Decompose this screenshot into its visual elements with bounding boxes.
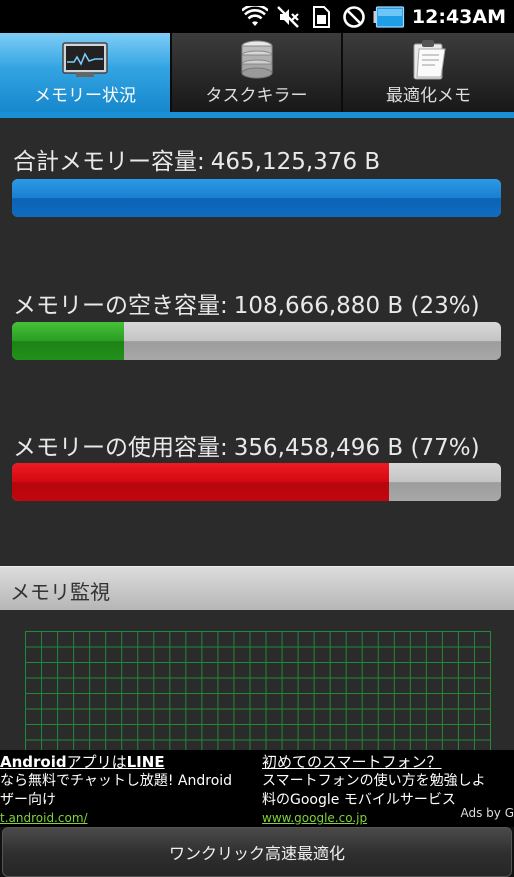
used-memory-bar-fill xyxy=(12,463,389,501)
ad-text: スマートフォンの使い方を勉強しよ xyxy=(262,773,486,789)
tab-task-killer[interactable]: タスクキラー xyxy=(172,33,343,112)
tab-optimize-memo[interactable]: 最適化メモ xyxy=(343,33,514,112)
used-memory-label: メモリーの使用容量: 356,458,496 B (77%) xyxy=(13,428,480,462)
ad-title-part: アプリは xyxy=(66,753,127,771)
tab-bar: メモリー状況 タスクキラー 最適化メモ xyxy=(0,33,514,112)
total-memory-bar xyxy=(12,179,501,217)
battery-icon xyxy=(373,4,405,30)
monitor-icon xyxy=(62,41,108,79)
ad-item-line[interactable]: AndroidアプリはLINE なら無料でチャットし放題! Android ザー… xyxy=(0,750,232,827)
status-icons: 12:43AM xyxy=(241,0,514,33)
one-click-optimize-button[interactable]: ワンクリック高速最適化 xyxy=(2,827,512,877)
free-memory-bar xyxy=(12,322,501,360)
used-memory-caption: メモリーの使用容量: xyxy=(13,435,228,461)
memory-monitor-graph xyxy=(25,631,491,753)
tab-memory-status[interactable]: メモリー状況 xyxy=(0,33,172,112)
tab-label: タスクキラー xyxy=(205,86,308,106)
total-memory-bar-fill xyxy=(12,179,501,217)
ad-title-part: Android xyxy=(0,753,67,771)
tab-label: 最適化メモ xyxy=(386,86,471,106)
total-memory-value: 465,125,376 B xyxy=(210,149,381,175)
free-memory-bar-fill xyxy=(12,322,125,360)
used-memory-value: 356,458,496 B (77%) xyxy=(233,435,480,461)
ad-text: なら無料でチャットし放題! Android xyxy=(0,773,233,789)
ad-title-part: LINE xyxy=(126,753,165,771)
mute-icon xyxy=(274,4,302,30)
status-bar: 12:43AM xyxy=(0,0,514,33)
graph-background xyxy=(25,631,491,753)
ads-by-google[interactable]: Ads by G xyxy=(460,806,514,820)
tab-underline xyxy=(0,112,514,118)
sim-icon xyxy=(307,4,335,30)
memory-monitor-header: メモリ監視 xyxy=(0,566,514,610)
ad-banner[interactable]: AndroidアプリはLINE なら無料でチャットし放題! Android ザー… xyxy=(0,750,514,827)
ad-text: 料のGoogle モバイルサービス xyxy=(262,792,456,808)
total-memory-label: 合計メモリー容量: 465,125,376 B xyxy=(13,142,380,176)
tab-label: メモリー状況 xyxy=(34,86,136,106)
no-sync-icon xyxy=(340,4,368,30)
ad-title[interactable]: 初めてのスマートフォン？ xyxy=(262,751,486,772)
total-memory-caption: 合計メモリー容量: xyxy=(13,149,205,175)
free-memory-label: メモリーの空き容量: 108,666,880 B (23%) xyxy=(13,286,480,320)
clipboard-icon xyxy=(406,40,452,80)
ad-title[interactable]: AndroidアプリはLINE xyxy=(0,751,232,772)
wifi-icon xyxy=(241,4,269,30)
ad-url[interactable]: t.android.com/ xyxy=(0,810,232,827)
ad-url[interactable]: www.google.co.jp xyxy=(262,810,486,827)
free-memory-caption: メモリーの空き容量: xyxy=(13,293,228,319)
used-memory-bar xyxy=(12,463,501,501)
memory-monitor-title: メモリ監視 xyxy=(10,580,110,604)
status-clock: 12:43AM xyxy=(411,5,506,28)
database-icon xyxy=(234,40,280,79)
free-memory-value: 108,666,880 B (23%) xyxy=(233,293,480,319)
ad-text: ザー向け xyxy=(0,792,56,808)
ad-item-google[interactable]: 初めてのスマートフォン？ スマートフォンの使い方を勉強しよ 料のGoogle モ… xyxy=(262,750,486,827)
